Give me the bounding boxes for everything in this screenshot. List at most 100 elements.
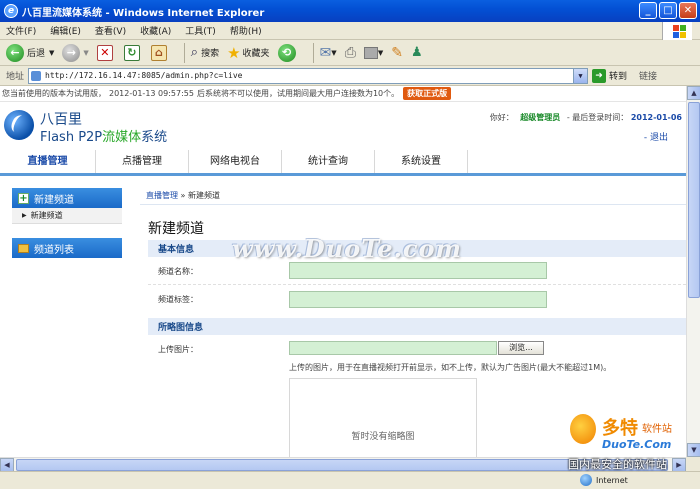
sidebar-item-new-channel[interactable]: + 新建频道	[12, 188, 122, 208]
channel-tag-label: 频道标签：	[158, 295, 198, 304]
section-thumbnail-info: 所略图信息	[148, 318, 686, 335]
toolbar: ← 后退 ▼ → ▼ ✕ ↻ ⌂ ⌕ 搜索 ★ 收藏夹 ⟲ ✉ ▼ ⎙ ▼ ✎ …	[0, 40, 700, 66]
close-button[interactable]: ✕	[679, 2, 697, 19]
home-button[interactable]: ⌂	[150, 44, 170, 61]
vertical-scroll-thumb[interactable]	[688, 102, 700, 298]
messenger-button[interactable]: ♟	[411, 45, 423, 60]
logo-streaming: 流媒体	[102, 130, 142, 145]
search-icon: ⌕	[190, 45, 199, 60]
forward-arrow-icon: →	[62, 43, 81, 62]
tab-settings[interactable]: 系统设置	[375, 150, 468, 173]
menu-help[interactable]: 帮助(H)	[230, 24, 262, 37]
address-input[interactable]: http://172.16.14.47:8085/admin.php?c=liv…	[28, 67, 589, 84]
toolbar-separator	[183, 42, 185, 63]
menu-edit[interactable]: 编辑(E)	[50, 24, 81, 37]
mascot-icon	[570, 414, 596, 444]
go-button[interactable]: ➜ 转到	[592, 68, 628, 83]
stop-icon: ✕	[96, 44, 113, 61]
back-dropdown-icon[interactable]: ▼	[49, 49, 54, 57]
sidebar-subitem-label: 新建频道	[30, 211, 63, 220]
messenger-icon: ♟	[411, 45, 423, 60]
sidebar: + 新建频道 ▶ 新建频道 频道列表	[6, 184, 128, 457]
vertical-scrollbar[interactable]: ▲ ▼	[686, 86, 700, 457]
back-button[interactable]: ← 后退 ▼	[6, 43, 54, 62]
edit-button[interactable]: ▼	[363, 46, 383, 59]
edit-dropdown-icon[interactable]: ▼	[378, 49, 383, 57]
address-dropdown-icon[interactable]: ▼	[573, 68, 588, 83]
breadcrumb: 直播管理 » 新建频道	[146, 190, 220, 201]
address-url: http://172.16.14.47:8085/admin.php?c=liv…	[45, 71, 243, 80]
page-viewport: 您当前使用的版本为试用版， 2012-01-13 09:57:55 后系统将不可…	[0, 86, 686, 457]
logo-system: 系统	[141, 130, 168, 145]
page-title: 新建频道	[148, 221, 204, 237]
divider	[148, 284, 686, 285]
mail-button[interactable]: ✉ ▼	[320, 45, 337, 61]
menu-view[interactable]: 查看(V)	[95, 24, 126, 37]
back-arrow-icon: ←	[6, 43, 24, 62]
mail-dropdown-icon[interactable]: ▼	[331, 49, 336, 57]
ie-icon: e	[4, 4, 18, 18]
sidebar-item-label: 新建频道	[34, 194, 74, 206]
scroll-up-icon[interactable]: ▲	[687, 86, 700, 100]
forward-dropdown-icon[interactable]: ▼	[83, 49, 88, 57]
logout-link[interactable]: - 退出	[644, 130, 668, 143]
channel-tag-input[interactable]	[289, 291, 547, 308]
menu-bar: 文件(F) 编辑(E) 查看(V) 收藏(A) 工具(T) 帮助(H)	[0, 22, 700, 40]
minimize-button[interactable]: _	[639, 2, 657, 19]
printer-icon: ⎙	[344, 44, 356, 61]
sidebar-item-label: 频道列表	[34, 244, 74, 256]
tab-statistics[interactable]: 统计查询	[282, 150, 375, 173]
trial-notice: 您当前使用的版本为试用版， 2012-01-13 09:57:55 后系统将不可…	[0, 86, 686, 102]
maximize-button[interactable]: □	[659, 2, 677, 19]
scroll-left-icon[interactable]: ◀	[0, 458, 14, 472]
notice-text-2: 后系统将不可以使用，试用期间最大用户连接数为10个。	[196, 89, 400, 98]
star-icon: ★	[227, 43, 241, 62]
links-button[interactable]: 链接	[639, 69, 657, 82]
status-bar: Internet	[0, 471, 700, 489]
print-button[interactable]: ⎙	[345, 45, 356, 61]
brand-domain: DuoTe.Com	[602, 438, 672, 451]
tab-live[interactable]: 直播管理	[0, 150, 96, 173]
notice-time: 2012-01-13 09:57:55	[109, 89, 194, 98]
channel-name-input[interactable]	[289, 262, 547, 279]
favorites-button[interactable]: ★ 收藏夹	[227, 44, 269, 62]
logo-flash-p2p: Flash P2P	[40, 130, 103, 145]
refresh-button[interactable]: ↻	[123, 44, 143, 61]
edit-icon	[363, 46, 378, 59]
folder-icon	[18, 243, 29, 253]
brand-slogan: 国内最安全的软件站	[568, 458, 667, 471]
last-login-date: 2012-01-06	[630, 113, 682, 122]
plus-icon: +	[18, 192, 29, 204]
thumbnail-preview: 暂时没有缩略图	[289, 378, 477, 457]
brand-suffix: 软件站	[642, 424, 672, 435]
menu-tools[interactable]: 工具(T)	[185, 24, 216, 37]
back-label: 后退	[27, 49, 46, 59]
watermark-site: www.DuoTe.com	[232, 234, 462, 263]
stop-button[interactable]: ✕	[96, 44, 116, 61]
tab-web-tv[interactable]: 网络电视台	[189, 150, 282, 173]
forward-button[interactable]: → ▼	[62, 43, 89, 62]
upload-file-input[interactable]	[289, 341, 497, 355]
breadcrumb-current: 新建频道	[188, 191, 220, 200]
history-icon: ⟲	[277, 43, 296, 62]
zone-label: Internet	[596, 475, 628, 485]
logo-text-en: Flash P2P流媒体系统	[40, 126, 167, 145]
logo-icon	[4, 110, 34, 140]
history-button[interactable]: ⟲	[277, 43, 299, 62]
upload-image-label: 上传图片：	[158, 345, 198, 354]
tab-vod[interactable]: 点播管理	[96, 150, 189, 173]
greeting: 你好：	[489, 113, 514, 122]
menu-favorites[interactable]: 收藏(A)	[140, 24, 171, 37]
menu-file[interactable]: 文件(F)	[6, 24, 36, 37]
buy-license-button[interactable]: 获取正式版	[403, 87, 452, 100]
browse-button[interactable]: 浏览...	[498, 341, 544, 355]
sidebar-subitem-new-channel[interactable]: ▶ 新建频道	[12, 208, 122, 224]
search-button[interactable]: ⌕ 搜索	[191, 45, 219, 60]
security-zone: Internet	[580, 474, 628, 486]
address-label: 地址	[6, 72, 25, 82]
breadcrumb-link[interactable]: 直播管理	[146, 191, 178, 200]
notice-text: 您当前使用的版本为试用版，	[2, 89, 106, 98]
research-button[interactable]: ✎	[391, 45, 403, 61]
sidebar-item-channel-list[interactable]: 频道列表	[12, 238, 122, 258]
go-label: 转到	[609, 72, 628, 82]
